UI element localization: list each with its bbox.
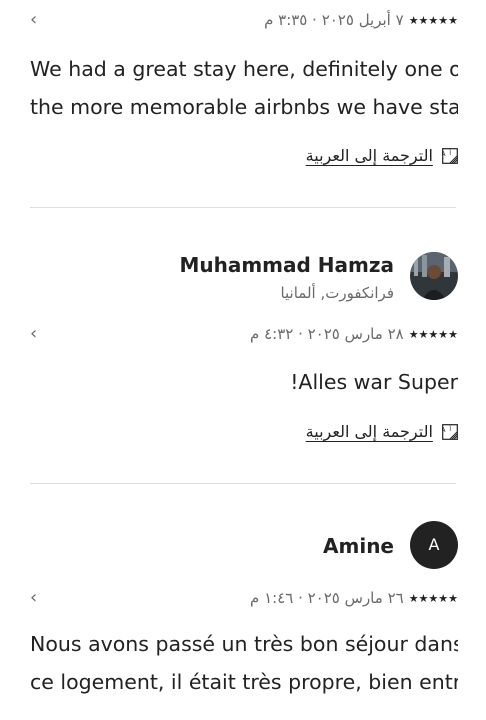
star-rating: ★★★★★ — [408, 592, 458, 605]
review-date: ٢٨ مارس ٢٠٢٥ · ٤:٣٢ م — [250, 325, 404, 343]
divider — [30, 207, 456, 208]
avatar[interactable]: A — [410, 521, 458, 569]
chevron-left-icon[interactable]: ‹ — [30, 587, 37, 609]
review-text: We had a great stay here, definitely one… — [30, 50, 458, 126]
chevron-left-icon[interactable]: ‹ — [30, 323, 37, 345]
review-text-line: !Alles war Super — [290, 370, 458, 394]
review-text-line: the more memorable airbnbs we have sta..… — [30, 95, 458, 119]
reviewer-name: Muhammad Hamza — [179, 253, 394, 277]
star-rating: ★★★★★ — [408, 14, 458, 27]
review-text-line: Nous avons passé un très bon séjour dans — [30, 632, 458, 656]
chevron-left-icon[interactable]: ‹ — [30, 9, 37, 31]
divider — [30, 483, 456, 484]
review-meta-row: ‹ ★★★★★ ٧ أبريل ٢٠٢٥ · ٣:٣٥ م — [30, 9, 458, 31]
svg-text:A: A — [442, 150, 446, 158]
svg-text:أ: أ — [449, 425, 451, 433]
review-text: Nous avons passé un très bon séjour dans… — [30, 625, 458, 701]
translate-link[interactable]: A أ الترجمة إلى العربية — [306, 145, 458, 167]
reviewer-name: Amine — [323, 534, 394, 558]
review-text-line: ce logement, il était très propre, bien … — [30, 670, 458, 694]
svg-text:أ: أ — [449, 149, 451, 157]
svg-text:A: A — [442, 426, 446, 434]
avatar[interactable] — [410, 252, 458, 300]
translate-label: الترجمة إلى العربية — [305, 146, 433, 165]
translate-icon: A أ — [433, 146, 458, 165]
review-meta-row: ‹ ★★★★★ ٢٨ مارس ٢٠٢٥ · ٤:٣٢ م — [30, 323, 458, 345]
star-rating: ★★★★★ — [408, 328, 458, 341]
review-meta-row: ‹ ★★★★★ ٢٦ مارس ٢٠٢٥ · ١:٤٦ م — [30, 587, 458, 609]
review-date: ٧ أبريل ٢٠٢٥ · ٣:٣٥ م — [264, 11, 404, 29]
translate-icon: A أ — [433, 422, 458, 441]
translate-link[interactable]: A أ الترجمة إلى العربية — [306, 421, 458, 443]
review-text-line: We had a great stay here, definitely one… — [30, 57, 458, 81]
translate-label: الترجمة إلى العربية — [305, 422, 433, 441]
review-text: !Alles war Super — [30, 363, 458, 401]
reviewer-location: فرانكفورت, ألمانيا — [280, 284, 394, 302]
review-date: ٢٦ مارس ٢٠٢٥ · ١:٤٦ م — [250, 589, 404, 607]
